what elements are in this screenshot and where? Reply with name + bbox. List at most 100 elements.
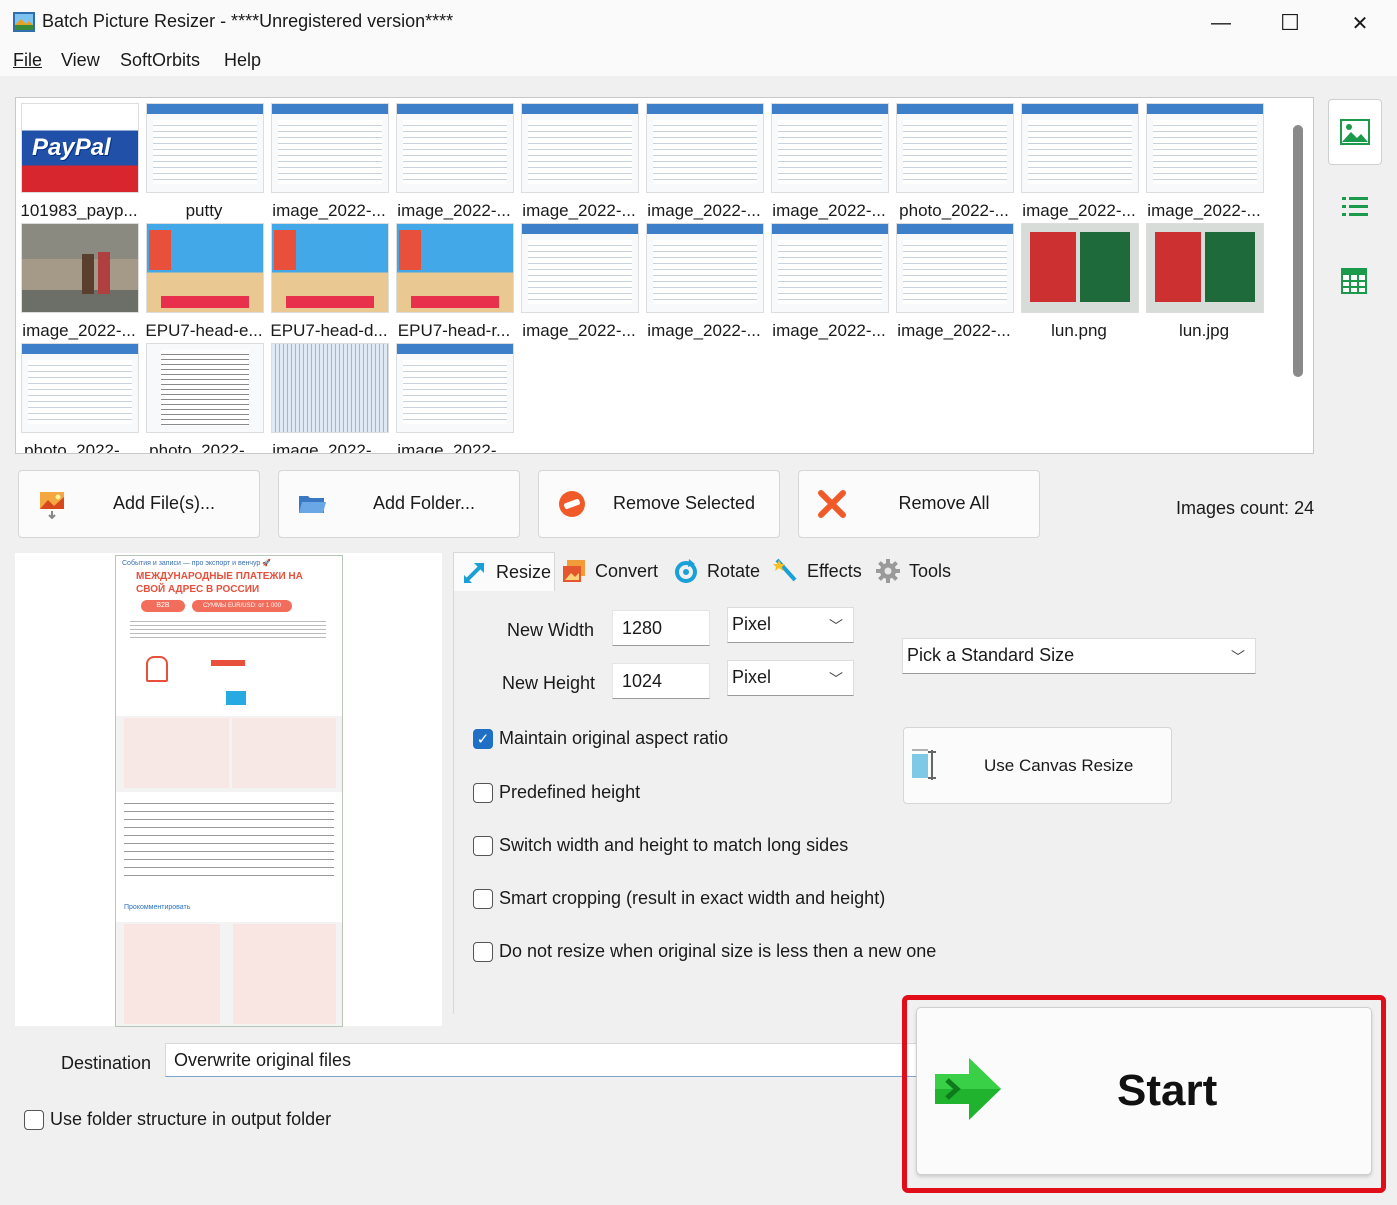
- switch-sides-checkbox[interactable]: [473, 835, 493, 856]
- maximize-button[interactable]: ☐: [1255, 0, 1325, 46]
- predefined-height-label: Predefined height: [499, 782, 641, 802]
- thumbnail-item[interactable]: photo_2022-...: [892, 99, 1016, 220]
- thumbnail-item[interactable]: image_2022-...: [267, 99, 391, 220]
- paypal-image: PayPal: [21, 103, 139, 193]
- tab-rotate[interactable]: Rotate: [665, 552, 760, 590]
- document-image: [146, 343, 264, 433]
- preview-pill-b2b: B2B: [141, 600, 185, 612]
- thumbnail-item[interactable]: image_2022-...: [767, 219, 891, 340]
- thumbnail-item[interactable]: image_2022-...: [642, 99, 766, 220]
- height-unit-select[interactable]: Pixel ﹀: [727, 660, 854, 696]
- tab-convert-label: Convert: [595, 560, 659, 581]
- folder-structure-row[interactable]: Use folder structure in output folder: [24, 1109, 331, 1130]
- chevron-down-icon: ﹀: [829, 618, 843, 634]
- remove-all-button[interactable]: Remove All: [798, 470, 1040, 538]
- predefined-height-row[interactable]: Predefined height: [473, 782, 640, 803]
- view-thumbnails-button[interactable]: [1328, 99, 1382, 165]
- maintain-aspect-checkbox[interactable]: ✓: [473, 728, 493, 749]
- close-button[interactable]: ✕: [1325, 0, 1395, 46]
- thumbnail-item[interactable]: PayPal 101983_payp...: [17, 99, 141, 220]
- thumbnail-item[interactable]: EPU7-head-r...: [392, 219, 516, 340]
- switch-sides-row[interactable]: Switch width and height to match long si…: [473, 835, 848, 856]
- folder-structure-checkbox[interactable]: [24, 1109, 44, 1130]
- add-files-label: Add File(s)...: [112, 493, 216, 513]
- banner-image: [271, 223, 389, 313]
- thumbnail-label: image_2022-...: [397, 441, 511, 454]
- thumbnail-label: lun.png: [1051, 321, 1107, 340]
- start-highlight-frame: [902, 995, 1386, 1193]
- screenshot-image: [146, 103, 264, 193]
- delete-x-icon: [818, 490, 846, 518]
- thumbnail-item[interactable]: photo_2022-...: [17, 339, 141, 453]
- no-upscale-checkbox[interactable]: [473, 941, 493, 962]
- thumbnail-item[interactable]: image_2022-...: [1142, 99, 1266, 220]
- thumbnail-item[interactable]: lun.jpg: [1142, 219, 1266, 340]
- add-folder-label: Add Folder...: [372, 493, 476, 513]
- thumbnail-item[interactable]: lun.png: [1017, 219, 1141, 340]
- smart-cropping-checkbox[interactable]: [473, 888, 493, 909]
- thumbnail-scrollbar[interactable]: [1293, 125, 1303, 377]
- thumbnail-item[interactable]: photo_2022-...: [142, 339, 266, 453]
- thumbnail-item[interactable]: image_2022-...: [267, 339, 391, 453]
- folder-icon: [299, 496, 326, 513]
- tab-tools[interactable]: Tools: [867, 552, 951, 590]
- no-upscale-row[interactable]: Do not resize when original size is less…: [473, 941, 936, 962]
- destination-input[interactable]: Overwrite original files: [165, 1043, 925, 1077]
- thumbnail-item[interactable]: EPU7-head-e...: [142, 219, 266, 340]
- photo-image: [21, 223, 139, 313]
- thumbnail-label: lun.jpg: [1178, 321, 1230, 340]
- thumbnail-item[interactable]: image_2022-...: [892, 219, 1016, 340]
- maintain-aspect-row[interactable]: ✓ Maintain original aspect ratio: [473, 728, 728, 749]
- remove-icon: [559, 491, 585, 517]
- add-files-button[interactable]: Add File(s)...: [18, 470, 260, 538]
- thumbnail-item[interactable]: image_2022-...: [517, 219, 641, 340]
- thumbnail-item[interactable]: image_2022-...: [1017, 99, 1141, 220]
- preview-headline: МЕЖДУНАРОДНЫЕ ПЛАТЕЖИ НА СВОЙ АДРЕС В РО…: [136, 571, 303, 595]
- menu-help[interactable]: Help: [224, 50, 261, 71]
- thumbnail-label: putty: [185, 201, 223, 220]
- thumbnail-item[interactable]: putty: [142, 99, 266, 220]
- new-width-input[interactable]: [612, 610, 710, 646]
- new-height-input[interactable]: [612, 663, 710, 699]
- tab-convert[interactable]: Convert: [553, 552, 658, 590]
- menu-view[interactable]: View: [61, 50, 100, 71]
- thumbnail-item[interactable]: image_2022-...: [767, 99, 891, 220]
- grid-image: [271, 343, 389, 433]
- view-list-button[interactable]: [1342, 195, 1368, 224]
- thumbnail-item[interactable]: image_2022-...: [642, 219, 766, 340]
- preview-image: События и записи — про экспорт и венчур …: [115, 555, 343, 1027]
- tab-effects[interactable]: Effects: [765, 552, 862, 590]
- thumbnail-label: image_2022-...: [522, 201, 636, 220]
- thumbnail-item[interactable]: EPU7-head-d...: [267, 219, 391, 340]
- use-canvas-resize-button[interactable]: Use Canvas Resize: [903, 727, 1172, 804]
- thumbnail-item[interactable]: image_2022-...: [392, 99, 516, 220]
- add-folder-button[interactable]: Add Folder...: [278, 470, 520, 538]
- height-unit-value: Pixel: [732, 667, 772, 687]
- view-table-button[interactable]: [1341, 268, 1367, 299]
- standard-size-value: Pick a Standard Size: [907, 645, 1075, 665]
- tab-resize[interactable]: Resize: [453, 552, 555, 591]
- new-width-label: New Width: [507, 620, 595, 640]
- thumbnail-item[interactable]: image_2022-...: [17, 219, 141, 340]
- screenshot-image: [271, 103, 389, 193]
- magic-wand-icon: [773, 558, 797, 582]
- width-unit-select[interactable]: Pixel ﹀: [727, 607, 854, 643]
- minimize-button[interactable]: —: [1186, 0, 1256, 46]
- smart-cropping-row[interactable]: Smart cropping (result in exact width an…: [473, 888, 885, 909]
- remove-selected-button[interactable]: Remove Selected: [538, 470, 780, 538]
- use-canvas-resize-label: Use Canvas Resize: [984, 756, 1134, 775]
- list-icon: [1342, 197, 1368, 216]
- thumbnail-item[interactable]: image_2022-...: [517, 99, 641, 220]
- menu-softorbits[interactable]: SoftOrbits: [120, 50, 200, 71]
- thumbnail-list[interactable]: PayPal 101983_payp... putty image_2022-... i…: [15, 97, 1314, 454]
- preview-pill-sum: СУММЫ EUR/USD: от 1 000: [192, 600, 292, 612]
- gear-icon: [876, 559, 900, 583]
- menu-file[interactable]: File: [13, 50, 42, 71]
- thumbnail-label: image_2022-...: [647, 321, 761, 340]
- thumbnail-label: image_2022-...: [397, 201, 511, 220]
- standard-size-select[interactable]: Pick a Standard Size ﹀: [902, 638, 1256, 674]
- predefined-height-checkbox[interactable]: [473, 782, 493, 803]
- screenshot-image: [521, 223, 639, 313]
- thumbnail-item[interactable]: image_2022-...: [392, 339, 516, 454]
- screenshot-image: [646, 103, 764, 193]
